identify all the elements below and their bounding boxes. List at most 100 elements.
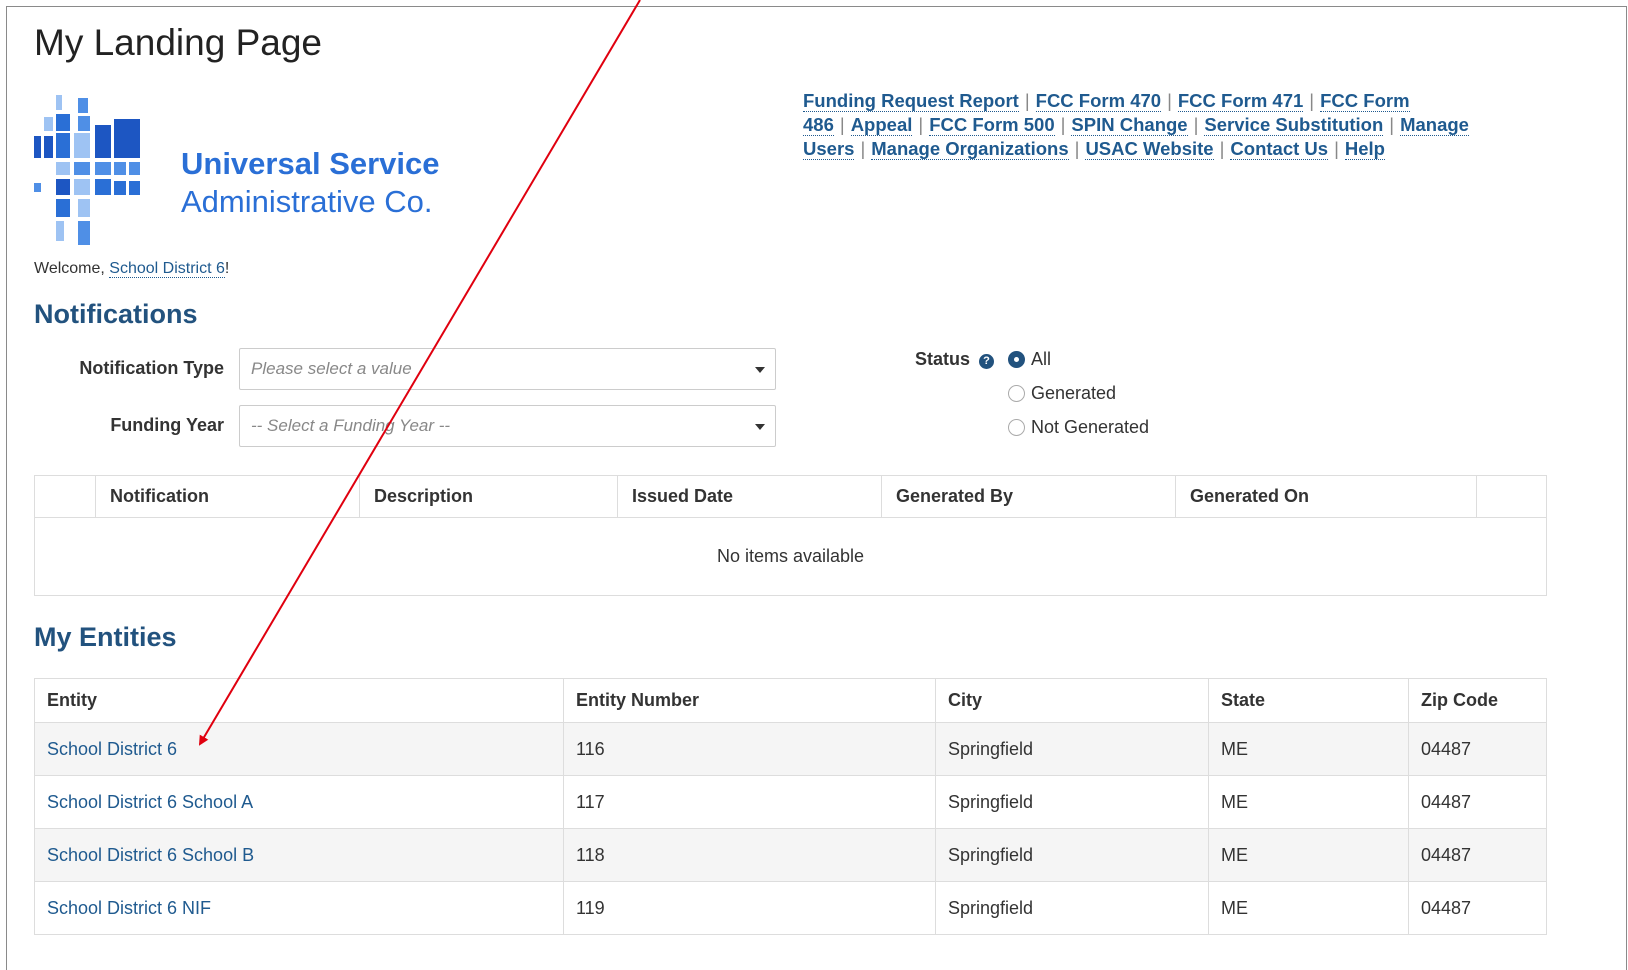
zip-cell: 04487 <box>1408 775 1547 829</box>
column-header[interactable]: State <box>1208 678 1409 723</box>
separator: | <box>839 114 845 135</box>
separator: | <box>1167 90 1172 111</box>
link-spin-change[interactable]: SPIN Change <box>1071 114 1188 136</box>
status-radio-all[interactable]: All <box>1008 349 1051 370</box>
column-header[interactable]: Issued Date <box>617 475 882 518</box>
column-header[interactable]: Generated On <box>1175 475 1477 518</box>
separator: | <box>1193 114 1199 135</box>
status-option-label: All <box>1031 349 1052 369</box>
welcome-message: Welcome, School District 6! <box>34 260 229 278</box>
column-header[interactable]: Entity <box>34 678 564 723</box>
table-header-blank <box>1476 475 1547 518</box>
column-header[interactable]: Entity Number <box>563 678 936 723</box>
city-cell: Springfield <box>935 828 1209 882</box>
entity-link[interactable]: School District 6 NIF <box>47 898 211 918</box>
logo-line2: Administrative Co. <box>181 184 433 219</box>
funding-year-placeholder: -- Select a Funding Year -- <box>251 416 451 435</box>
link-service-substitution[interactable]: Service Substitution <box>1204 114 1384 136</box>
notification-type-select[interactable]: Please select a value <box>239 348 776 390</box>
separator: | <box>860 138 866 159</box>
link-appeal[interactable]: Appeal <box>850 114 913 136</box>
usac-logo-mark-icon <box>34 95 140 245</box>
entities-table: Entity Entity Number City State Zip Code… <box>34 678 1547 935</box>
page-title: My Landing Page <box>34 22 322 63</box>
separator: | <box>918 114 924 135</box>
column-header[interactable]: Notification <box>95 475 360 518</box>
table-row: School District 6 School A 117 Springfie… <box>34 775 1547 829</box>
column-header[interactable]: Description <box>359 475 618 518</box>
zip-cell: 04487 <box>1408 828 1547 882</box>
column-header[interactable]: Generated By <box>881 475 1176 518</box>
funding-year-label: Funding Year <box>110 415 224 435</box>
state-cell: ME <box>1208 775 1409 829</box>
entity-link[interactable]: School District 6 School A <box>47 792 253 812</box>
separator: | <box>1389 114 1395 135</box>
link-fcc-form-470[interactable]: FCC Form 470 <box>1035 90 1162 112</box>
chevron-down-icon <box>755 367 765 373</box>
status-radio-not-generated[interactable]: Not Generated <box>1008 417 1149 438</box>
welcome-suffix: ! <box>224 260 230 277</box>
entity-cell: School District 6 School A <box>34 775 564 829</box>
state-cell: ME <box>1208 828 1409 882</box>
status-option-label: Generated <box>1031 383 1117 403</box>
status-radio-generated[interactable]: Generated <box>1008 383 1116 404</box>
entity-number-cell: 116 <box>563 722 936 776</box>
welcome-prefix: Welcome, <box>34 260 110 277</box>
link-funding-request-report[interactable]: Funding Request Report <box>803 90 1019 112</box>
funding-year-select[interactable]: -- Select a Funding Year -- <box>239 405 776 447</box>
link-fcc-form-500[interactable]: FCC Form 500 <box>929 114 1055 136</box>
notifications-heading: Notifications <box>34 299 198 329</box>
separator: | <box>1074 138 1080 159</box>
logo-line1: Universal Service <box>181 146 440 181</box>
link-manage-organizations[interactable]: Manage Organizations <box>871 138 1069 160</box>
column-header[interactable]: Zip Code <box>1408 678 1547 723</box>
entity-cell: School District 6 <box>34 722 564 776</box>
separator: | <box>1024 90 1030 111</box>
state-cell: ME <box>1208 722 1409 776</box>
status-label: Status ? <box>915 349 995 370</box>
table-row: School District 6 School B 118 Springfie… <box>34 828 1547 882</box>
top-nav-links: Funding Request Report | FCC Form 470 | FCC … <box>803 89 1543 161</box>
status-option-label: Not Generated <box>1031 417 1150 437</box>
chevron-down-icon <box>755 424 765 430</box>
table-header-row: Entity Entity Number City State Zip Code <box>34 678 1547 723</box>
entity-link[interactable]: School District 6 <box>47 739 177 759</box>
table-empty-row: No items available <box>35 518 1547 596</box>
link-fcc-form-471[interactable]: FCC Form 471 <box>1177 90 1304 112</box>
notification-type-placeholder: Please select a value <box>251 359 412 378</box>
zip-cell: 04487 <box>1408 722 1547 776</box>
entity-link[interactable]: School District 6 School B <box>47 845 254 865</box>
separator: | <box>1334 138 1339 159</box>
table-header-row: Notification Description Issued Date Gen… <box>34 475 1547 518</box>
notification-type-label: Notification Type <box>79 358 224 378</box>
notifications-table: Notification Description Issued Date Gen… <box>34 475 1547 596</box>
entity-cell: School District 6 School B <box>34 828 564 882</box>
help-question-icon[interactable]: ? <box>979 354 995 369</box>
separator: | <box>1309 90 1315 111</box>
table-row: School District 6 NIF 119 Springfield ME… <box>34 881 1547 935</box>
usac-logo[interactable]: Universal Service Administrative Co. <box>34 95 464 250</box>
separator: | <box>1219 138 1225 159</box>
entity-cell: School District 6 NIF <box>34 881 564 935</box>
radio-unselected-icon[interactable] <box>1008 385 1025 402</box>
status-label-text: Status <box>915 349 971 369</box>
separator: | <box>1060 114 1066 135</box>
state-cell: ME <box>1208 881 1409 935</box>
column-header[interactable]: City <box>935 678 1209 723</box>
usac-logo-text: Universal Service Administrative Co. <box>181 145 440 221</box>
radio-selected-icon[interactable] <box>1008 351 1025 368</box>
radio-unselected-icon[interactable] <box>1008 419 1025 436</box>
city-cell: Springfield <box>935 775 1209 829</box>
zip-cell: 04487 <box>1408 881 1547 935</box>
link-help[interactable]: Help <box>1344 138 1385 160</box>
city-cell: Springfield <box>935 722 1209 776</box>
table-header-blank <box>34 475 96 518</box>
city-cell: Springfield <box>935 881 1209 935</box>
link-usac-website[interactable]: USAC Website <box>1085 138 1214 160</box>
welcome-user-link[interactable]: School District 6 <box>109 260 225 278</box>
table-row: School District 6 116 Springfield ME 044… <box>34 722 1547 776</box>
my-entities-heading: My Entities <box>34 622 177 652</box>
empty-message: No items available <box>716 546 865 566</box>
link-contact-us[interactable]: Contact Us <box>1230 138 1329 160</box>
entity-number-cell: 117 <box>563 775 936 829</box>
